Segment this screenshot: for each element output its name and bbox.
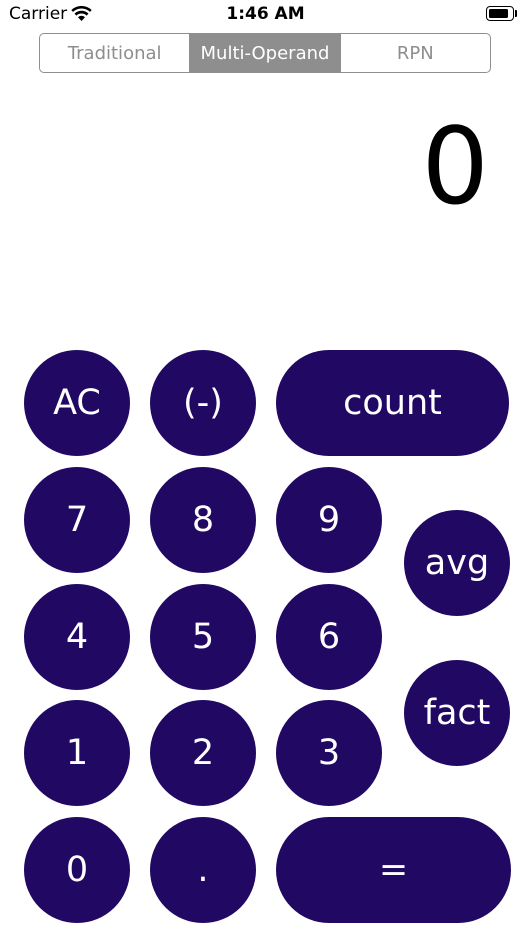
digit-1-button[interactable]: 1 [24,700,130,806]
digit-4-button[interactable]: 4 [24,584,130,690]
clock-time: 1:46 AM [226,4,305,24]
negate-button[interactable]: (-) [150,350,256,456]
average-button[interactable]: avg [404,510,510,616]
battery-icon [486,6,514,21]
digit-7-button[interactable]: 7 [24,467,130,573]
result-display: 0 [421,105,489,228]
segment-traditional[interactable]: Traditional [40,34,191,72]
segment-rpn[interactable]: RPN [341,34,490,72]
count-button[interactable]: count [276,350,509,456]
all-clear-button[interactable]: AC [24,350,130,456]
digit-5-button[interactable]: 5 [150,584,256,690]
digit-8-button[interactable]: 8 [150,467,256,573]
mode-segmented-control: Traditional Multi-Operand RPN [39,33,491,73]
digit-3-button[interactable]: 3 [276,700,382,806]
status-bar: Carrier 1:46 AM [0,0,531,30]
segment-multi-operand[interactable]: Multi-Operand [190,34,341,72]
battery-level [489,9,508,18]
digit-0-button[interactable]: 0 [24,817,130,923]
digit-9-button[interactable]: 9 [276,467,382,573]
factorial-button[interactable]: fact [404,660,510,766]
battery-cap [515,10,517,17]
calculator-screen: Carrier 1:46 AM Traditional Multi-Operan… [0,0,531,944]
digit-6-button[interactable]: 6 [276,584,382,690]
digit-2-button[interactable]: 2 [150,700,256,806]
decimal-point-button[interactable]: . [150,817,256,923]
equals-button[interactable]: = [276,817,511,923]
